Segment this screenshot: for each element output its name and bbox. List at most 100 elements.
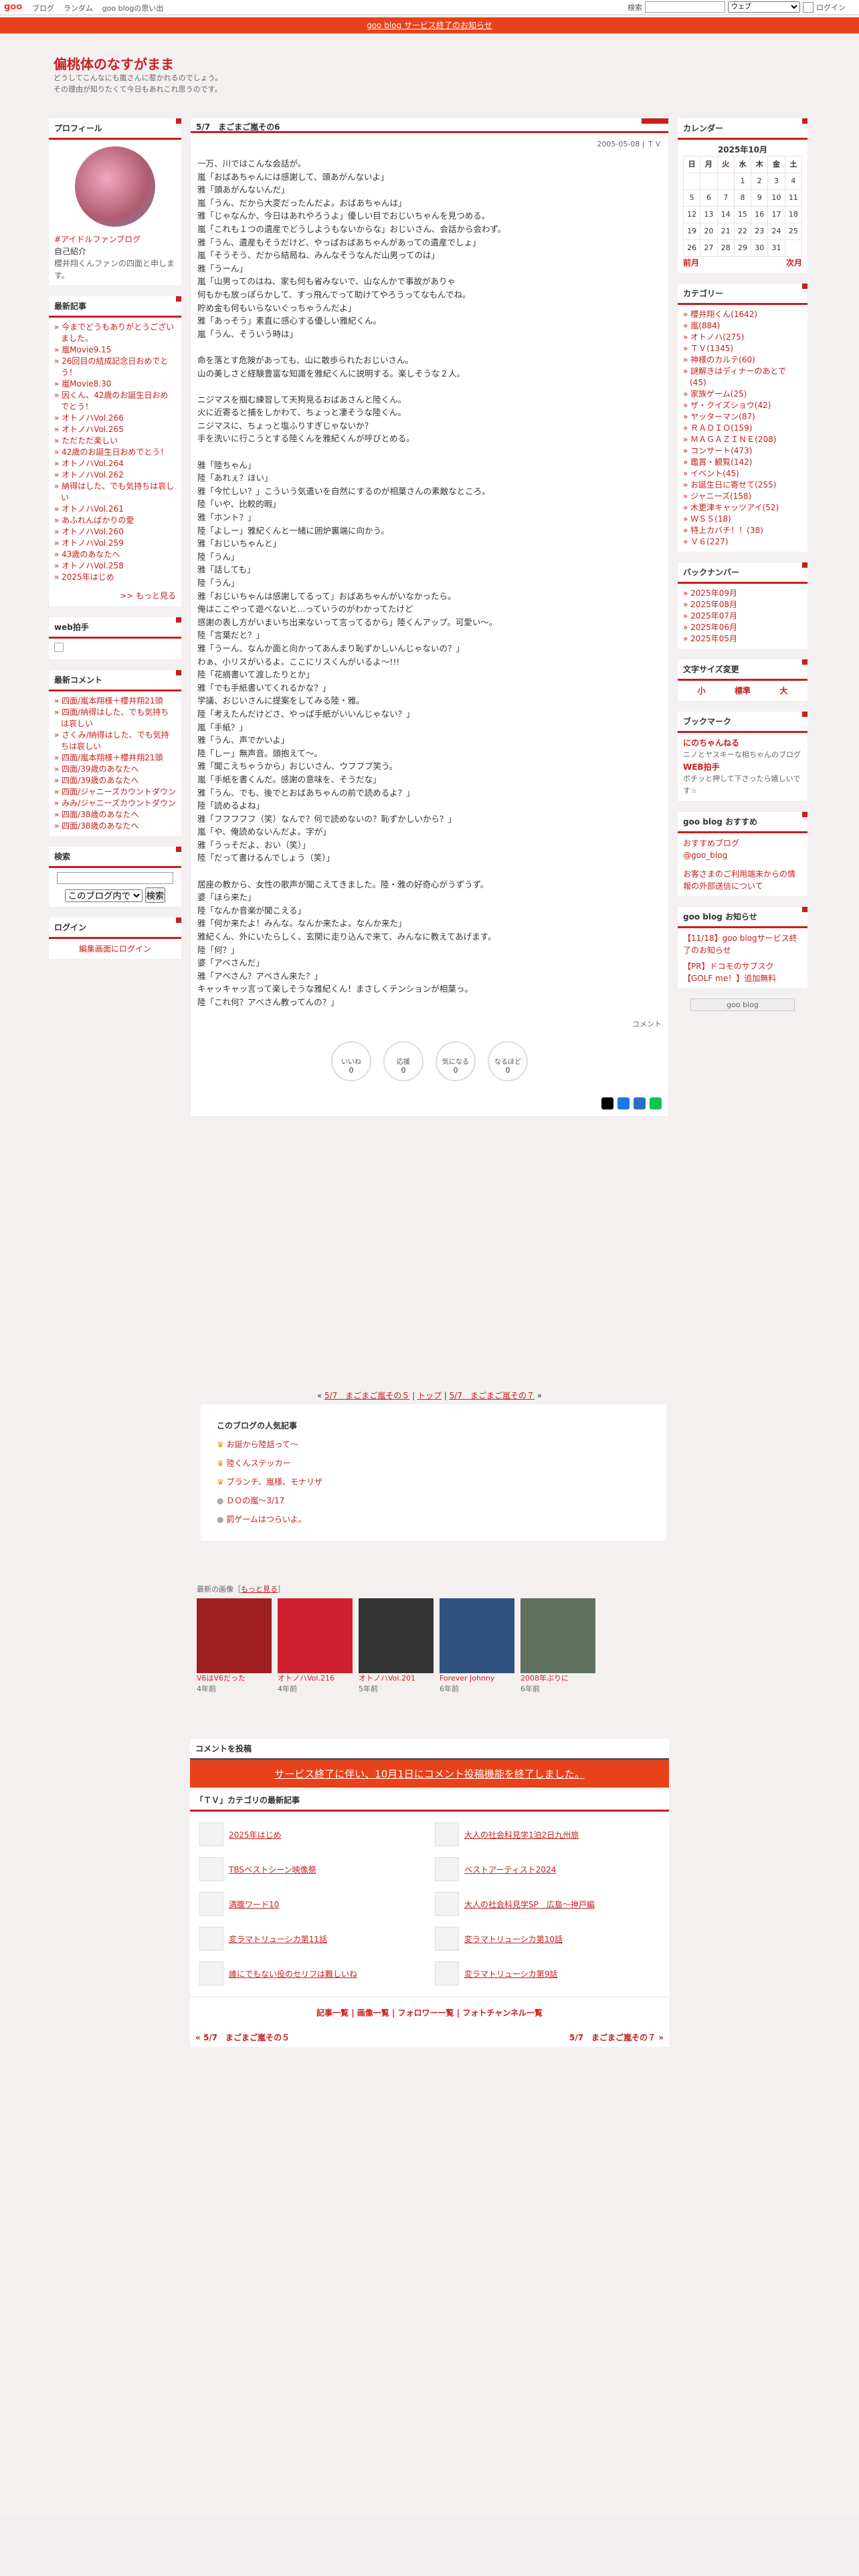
- calendar-day[interactable]: 2: [751, 173, 769, 190]
- service-notice-link[interactable]: goo blog サービス終了のお知らせ: [367, 21, 492, 30]
- reaction-button[interactable]: 気になる 0: [436, 1041, 476, 1081]
- external-info-link[interactable]: お客さまのご利用端末からの情報の外部送信について: [683, 868, 802, 892]
- recent-post-item[interactable]: 43歳のあなたへ: [54, 549, 176, 560]
- calendar-day[interactable]: 26: [682, 239, 701, 257]
- recent-comment-item[interactable]: 四面/39歳のあなたへ: [54, 775, 176, 786]
- popular-post-item[interactable]: ● 罰ゲームはつらいよ。: [217, 1510, 650, 1529]
- service-notice-banner[interactable]: goo blog サービス終了のお知らせ: [0, 17, 859, 33]
- image-thumb[interactable]: オトノハVol.201 5年前: [359, 1598, 434, 1694]
- recent-post-item[interactable]: オトノハVol.264: [54, 458, 176, 469]
- recent-post-item[interactable]: オトノハVol.266: [54, 413, 176, 424]
- tv-post-title[interactable]: 誰にでもない役のセリフは難しいね: [229, 1968, 357, 1979]
- hatena-share-icon[interactable]: [634, 1097, 646, 1109]
- tv-category-post[interactable]: 誰にでもない役のセリフは難しいね: [199, 1961, 424, 1985]
- calendar-day[interactable]: 29: [733, 239, 752, 257]
- category-item[interactable]: Ｖ６(227): [683, 536, 802, 548]
- calendar-day[interactable]: 25: [784, 223, 803, 240]
- calendar-day[interactable]: 22: [733, 223, 752, 240]
- recent-post-item[interactable]: オトノハVol.265: [54, 424, 176, 435]
- recent-post-item[interactable]: オトノハVol.258: [54, 560, 176, 572]
- search-scope-select[interactable]: ウェブ: [728, 1, 800, 13]
- facebook-share-icon[interactable]: [617, 1097, 630, 1109]
- recent-comment-item[interactable]: 四面/38歳のあなたへ: [54, 809, 176, 821]
- calendar-day[interactable]: 17: [767, 206, 785, 223]
- category-item[interactable]: コンサート(473): [683, 445, 802, 457]
- recent-post-item[interactable]: 2025年はじめ: [54, 572, 176, 583]
- category-item[interactable]: ＷＳＳ(18): [683, 514, 802, 525]
- category-item[interactable]: 特上カバチ！！(38): [683, 525, 802, 536]
- popular-post-item[interactable]: ● ＤＯの嵐〜3/17: [217, 1491, 650, 1510]
- category-item[interactable]: ヤッターマン(87): [683, 411, 802, 423]
- tv-category-post[interactable]: 2025年はじめ: [199, 1822, 424, 1846]
- category-item[interactable]: イベント(45): [683, 468, 802, 479]
- calendar-day[interactable]: 21: [717, 223, 735, 240]
- calendar-day[interactable]: 14: [717, 206, 735, 223]
- tv-category-post[interactable]: 変ラマトリューシカ第10話: [435, 1927, 660, 1951]
- recent-comment-item[interactable]: 四面/39歳のあなたへ: [54, 764, 176, 775]
- recommend-blog-link[interactable]: おすすめブログ: [683, 837, 802, 849]
- recent-comment-item[interactable]: 四面/38歳のあなたへ: [54, 821, 176, 832]
- recent-post-item[interactable]: オトノハVol.259: [54, 538, 176, 549]
- tv-category-post[interactable]: 変ラマトリューシカ第9話: [435, 1961, 660, 1985]
- calendar-day[interactable]: 6: [700, 189, 718, 207]
- reaction-button[interactable]: いいね 0: [331, 1041, 371, 1081]
- followers-link[interactable]: フォロワー一覧: [398, 2008, 454, 2018]
- tv-post-title[interactable]: 大人の社会科見学1泊2日九州旅: [464, 1829, 579, 1840]
- thumb-title[interactable]: Forever Johnny: [440, 1673, 514, 1683]
- calendar-day[interactable]: 1: [733, 173, 752, 190]
- tv-category-post[interactable]: 大人の社会科見学1泊2日九州旅: [435, 1822, 660, 1846]
- popular-post-label[interactable]: ブランチ、嵐様、モナリザ: [227, 1477, 322, 1487]
- category-item[interactable]: 神様のカルテ(60): [683, 354, 802, 366]
- calendar-day[interactable]: 15: [733, 206, 752, 223]
- calendar-day[interactable]: 9: [751, 189, 769, 207]
- tv-post-title[interactable]: 変ラマトリューシカ第11話: [229, 1933, 327, 1945]
- reaction-button[interactable]: 応援 0: [383, 1041, 423, 1081]
- blog-search-scope[interactable]: このブログ内で: [64, 889, 142, 902]
- tv-category-post[interactable]: ベストアーティスト2024: [435, 1857, 660, 1881]
- comment-closed-notice[interactable]: サービス終了に伴い、10月1日にコメント投稿機能を終了しました。: [190, 1760, 669, 1788]
- nav-blog[interactable]: ブログ: [32, 4, 54, 13]
- recent-post-item[interactable]: オトノハVol.260: [54, 526, 176, 538]
- calendar-day[interactable]: 24: [767, 223, 785, 240]
- images-more-link[interactable]: もっと見る: [241, 1585, 278, 1594]
- calendar-day[interactable]: 27: [700, 239, 718, 257]
- popular-post-label[interactable]: 罰ゲームはつらいよ。: [226, 1515, 306, 1524]
- calendar-day[interactable]: 28: [717, 239, 735, 257]
- backnumber-item[interactable]: 2025年08月: [683, 599, 802, 611]
- bottom-prev-link[interactable]: « 5/7 まごまご嵐その５: [195, 2032, 290, 2043]
- calendar-day[interactable]: 31: [767, 239, 785, 257]
- nav-random[interactable]: ランダム: [64, 4, 93, 13]
- calendar-day[interactable]: 20: [700, 223, 718, 240]
- next-post-link[interactable]: 5/7 まごまご嵐その７: [450, 1391, 535, 1400]
- backnumber-item[interactable]: 2025年05月: [683, 633, 802, 645]
- category-item[interactable]: ジャニーズ(158): [683, 491, 802, 502]
- category-item[interactable]: ザ・クイズショウ(42): [683, 400, 802, 411]
- all-posts-link[interactable]: 記事一覧: [316, 2008, 349, 2018]
- calendar-day[interactable]: 12: [682, 206, 701, 223]
- recent-post-item[interactable]: 42歳のお誕生日おめでとう！: [54, 447, 176, 458]
- tv-category-post[interactable]: 変ラマトリューシカ第11話: [199, 1927, 424, 1951]
- image-thumb[interactable]: V6はV6だった 4年前: [197, 1598, 272, 1694]
- tv-post-title[interactable]: 変ラマトリューシカ第9話: [464, 1968, 557, 1979]
- font-standard-button[interactable]: 標準: [735, 685, 751, 697]
- goo-blog-badge[interactable]: goo blog: [690, 998, 795, 1011]
- recent-post-item[interactable]: 嵐Movie9.15: [54, 344, 176, 356]
- calendar-day[interactable]: 3: [767, 173, 785, 190]
- goo-logo[interactable]: goo: [4, 2, 22, 12]
- popular-post-item[interactable]: ♛ 陸くんステッカー: [217, 1454, 650, 1473]
- recent-comment-item[interactable]: 四面/納得はした、でも気持ちは哀しい: [54, 707, 176, 730]
- calendar-day[interactable]: 16: [751, 206, 769, 223]
- tv-post-title[interactable]: 変ラマトリューシカ第10話: [464, 1933, 563, 1945]
- calendar-day[interactable]: 23: [751, 223, 769, 240]
- recent-post-item[interactable]: あふれんばかりの愛: [54, 515, 176, 526]
- recent-post-item[interactable]: 因くん、42歳のお誕生日おめでとう！: [54, 390, 176, 413]
- calendar-day[interactable]: 11: [784, 189, 803, 207]
- recent-post-item[interactable]: 嵐Movie8.30: [54, 379, 176, 390]
- photo-channel-link[interactable]: フォトチャンネル一覧: [462, 2008, 543, 2018]
- profile-name[interactable]: #アイドルファンブログ: [54, 233, 176, 245]
- calendar-day[interactable]: 7: [717, 189, 735, 207]
- image-thumb[interactable]: 2008年ぶりに 6年前: [520, 1598, 595, 1694]
- popular-post-label[interactable]: お誕から陸話って〜: [227, 1440, 298, 1449]
- recent-post-item[interactable]: 26回目の結成記念日おめでとう！: [54, 356, 176, 379]
- category-item[interactable]: 木更津キャッツアイ(52): [683, 502, 802, 514]
